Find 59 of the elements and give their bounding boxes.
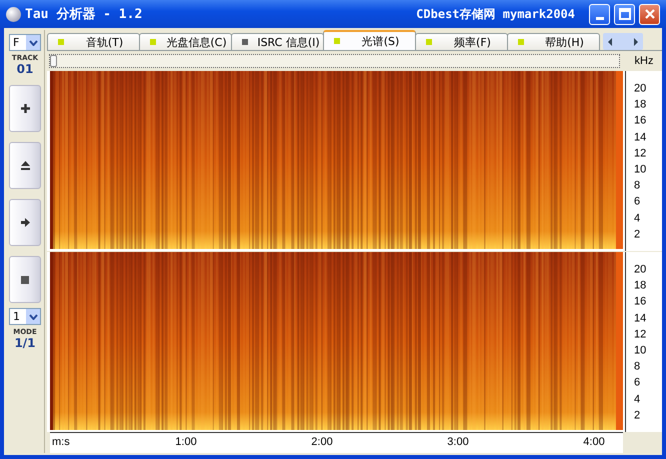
- add-button[interactable]: [9, 85, 41, 132]
- tab[interactable]: 光谱(S): [323, 30, 416, 50]
- stop-icon: [21, 276, 29, 284]
- drive-select[interactable]: F: [9, 34, 41, 51]
- tab[interactable]: 音轨(T): [47, 33, 140, 50]
- time-unit: m:s: [52, 436, 70, 448]
- axis-label: 8: [634, 362, 640, 373]
- track-number: 01: [16, 62, 34, 76]
- axis-label: 20: [634, 84, 646, 95]
- eject-icon: [20, 161, 30, 170]
- minimize-icon: [596, 16, 604, 20]
- axis-label: 8: [634, 180, 640, 192]
- axis-label: 6: [634, 196, 640, 208]
- axis-label: 18: [634, 100, 646, 111]
- axis-label: 3:00: [447, 436, 469, 448]
- app-icon: [6, 6, 21, 22]
- frequency-unit: kHz: [634, 54, 654, 66]
- axis-label: 10: [634, 346, 646, 357]
- axis-label: 20: [634, 264, 646, 276]
- axis-label: 12: [634, 148, 646, 160]
- axis-label: 6: [634, 378, 640, 389]
- eject-button[interactable]: [9, 142, 41, 189]
- axis-label: 14: [634, 132, 646, 144]
- axis-label: 10: [634, 164, 646, 176]
- axis-label: 16: [634, 296, 646, 308]
- stop-button[interactable]: [9, 256, 41, 303]
- scroll-track[interactable]: [49, 54, 620, 68]
- mode-select[interactable]: 1: [9, 308, 41, 325]
- tab-scroll-button[interactable]: [603, 33, 643, 50]
- left-right-arrows-icon: [608, 38, 638, 46]
- axis-label: 16: [634, 116, 646, 127]
- chevron-down-icon: [28, 40, 38, 46]
- tab[interactable]: ISRC 信息(I): [231, 33, 324, 50]
- axis-label: 4: [634, 213, 640, 224]
- maximize-icon: [618, 8, 630, 20]
- plus-icon: [20, 104, 30, 113]
- tab[interactable]: 频率(F): [415, 33, 508, 50]
- axis-label: 14: [634, 313, 646, 324]
- chevron-down-icon: [28, 314, 38, 320]
- close-icon: [644, 8, 656, 20]
- axis-label: 18: [634, 280, 646, 292]
- axis-label: 1:00: [175, 436, 197, 448]
- tab[interactable]: 帮助(H): [507, 33, 600, 50]
- axis-label: 2: [634, 410, 640, 422]
- axis-label: 2:00: [311, 436, 333, 448]
- axis-label: 2: [634, 229, 640, 240]
- mode-value: 1/1: [14, 336, 36, 350]
- close-button[interactable]: [639, 4, 660, 24]
- window-title: Tau 分析器 - 1.2: [25, 6, 144, 23]
- window-subtitle: CDbest存储网 mymark2004: [416, 6, 575, 22]
- axis-label: 4: [634, 394, 640, 406]
- axis-label: 4:00: [583, 436, 605, 448]
- scroll-thumb[interactable]: [50, 54, 57, 66]
- maximize-button[interactable]: [614, 4, 635, 24]
- axis-label: 12: [634, 329, 646, 340]
- arrow-right-icon: [20, 218, 30, 227]
- tab[interactable]: 光盘信息(C): [139, 33, 232, 50]
- minimize-button[interactable]: [589, 4, 610, 24]
- play-button[interactable]: [9, 199, 41, 246]
